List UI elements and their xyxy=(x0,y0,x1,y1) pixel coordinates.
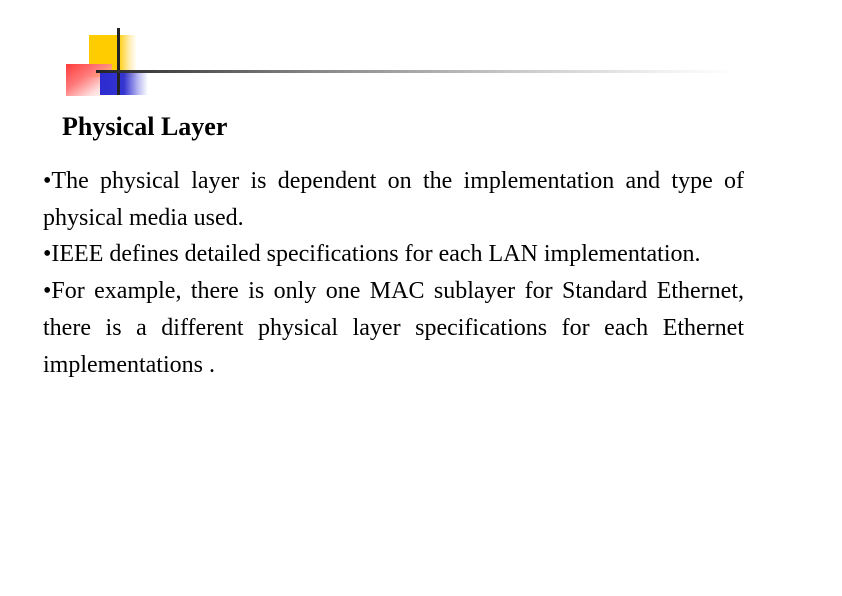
slide-title: Physical Layer xyxy=(62,112,228,141)
horizontal-gradient-rule xyxy=(96,70,736,73)
slide-decoration-logo xyxy=(0,0,842,110)
bullet-item: •IEEE defines detailed specifications fo… xyxy=(43,241,701,268)
bullet-item: •The physical layer is dependent on the … xyxy=(43,168,744,231)
bullet-item: •For example, there is only one MAC subl… xyxy=(43,278,744,378)
blue-square-shape xyxy=(100,71,148,95)
bullet-list: •The physical layer is dependent on the … xyxy=(43,163,744,383)
vertical-line-shape xyxy=(117,28,120,95)
